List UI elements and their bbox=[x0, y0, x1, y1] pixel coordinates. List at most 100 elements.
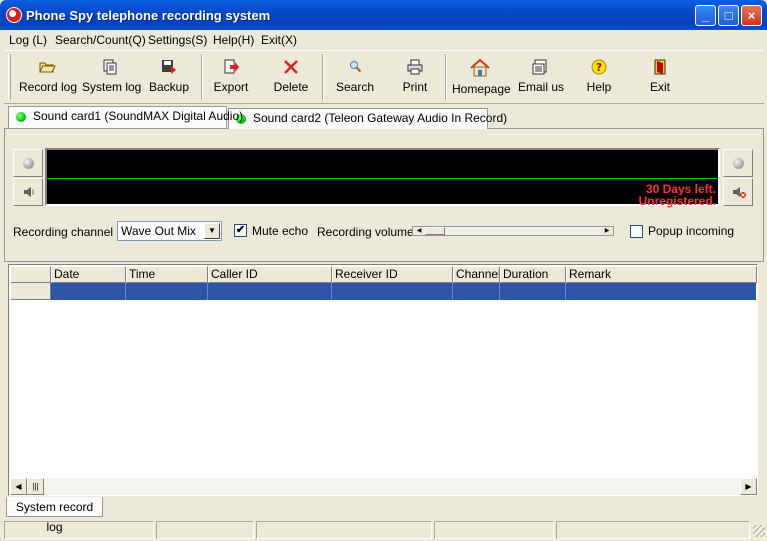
slider-right-arrow-icon[interactable]: ▶ bbox=[601, 227, 613, 235]
tab-sound-card2-label: Sound card2 (Teleon Gateway Audio In Rec… bbox=[253, 111, 508, 125]
printer-icon bbox=[406, 58, 424, 76]
menu-settings[interactable]: Settings(S) bbox=[148, 33, 207, 47]
help-question-icon: ? bbox=[590, 58, 608, 76]
column-header-remark[interactable]: Remark bbox=[566, 266, 757, 283]
right-speaker-mute-button[interactable] bbox=[723, 178, 753, 206]
help-button[interactable]: ? Help bbox=[584, 58, 614, 94]
record-log-label: Record log bbox=[19, 80, 78, 94]
status-led-icon bbox=[16, 112, 26, 122]
column-header-receiver-id[interactable]: Receiver ID bbox=[332, 266, 453, 283]
scroll-right-arrow-icon[interactable]: ▶ bbox=[740, 478, 757, 495]
status-pane bbox=[256, 521, 432, 539]
menu-search-count[interactable]: Search/Count(Q) bbox=[55, 33, 146, 47]
speaker-icon bbox=[24, 187, 34, 197]
record-dot-icon bbox=[733, 158, 744, 169]
export-label: Export bbox=[213, 80, 249, 94]
menu-log[interactable]: Log (L) bbox=[9, 33, 47, 47]
recording-channel-label: Recording channel bbox=[13, 225, 114, 239]
column-header-time[interactable]: Time bbox=[126, 266, 208, 283]
mute-echo-label: Mute echo bbox=[252, 224, 309, 238]
close-button[interactable]: × bbox=[741, 5, 762, 26]
column-header-caller-id[interactable]: Caller ID bbox=[208, 266, 332, 283]
status-pane bbox=[156, 521, 254, 539]
export-button[interactable]: Export bbox=[210, 58, 252, 94]
recording-volume-slider[interactable]: ◀ ▶ bbox=[412, 226, 614, 236]
search-icon bbox=[346, 58, 364, 76]
cell-divider bbox=[125, 283, 126, 300]
cell-divider bbox=[452, 283, 453, 300]
exit-label: Exit bbox=[649, 80, 670, 94]
maximize-button[interactable]: □ bbox=[718, 5, 739, 26]
column-header-channel[interactable]: Channel bbox=[453, 266, 500, 283]
status-pane bbox=[4, 521, 154, 539]
email-us-label: Email us bbox=[518, 80, 565, 94]
right-record-button[interactable] bbox=[723, 149, 753, 177]
resize-grip-icon[interactable] bbox=[753, 525, 765, 537]
export-icon bbox=[222, 58, 240, 76]
toolbar-separator bbox=[201, 54, 203, 100]
waveform-line bbox=[47, 178, 718, 179]
recording-volume-label: Recording volume bbox=[317, 225, 414, 239]
search-label: Search bbox=[335, 80, 375, 94]
homepage-label: Homepage bbox=[452, 82, 511, 96]
status-pane bbox=[556, 521, 750, 539]
cell-divider bbox=[207, 283, 208, 300]
folder-open-icon bbox=[38, 58, 56, 76]
recording-channel-select[interactable]: Wave Out Mix ▼ bbox=[117, 221, 222, 241]
delete-button[interactable]: Delete bbox=[270, 58, 312, 94]
delete-label: Delete bbox=[273, 80, 309, 94]
trial-status-text: 30 Days left. Unregistered. bbox=[560, 183, 716, 207]
trial-unregistered: Unregistered. bbox=[638, 194, 716, 208]
backup-disk-icon bbox=[160, 58, 178, 76]
tab-sound-card2[interactable]: Sound card2 (Teleon Gateway Audio In Rec… bbox=[228, 108, 507, 129]
homepage-button[interactable]: Homepage bbox=[452, 58, 511, 96]
slider-left-arrow-icon[interactable]: ◀ bbox=[413, 227, 425, 235]
exit-door-icon bbox=[651, 58, 669, 76]
help-label: Help bbox=[586, 80, 612, 94]
column-header-date[interactable]: Date bbox=[51, 266, 126, 283]
tab-sound-card1[interactable]: Sound card1 (SoundMAX Digital Audio) bbox=[8, 106, 243, 128]
email-us-button[interactable]: Email us bbox=[518, 58, 565, 94]
recording-channel-value: Wave Out Mix bbox=[121, 224, 196, 238]
slider-thumb[interactable] bbox=[425, 227, 445, 235]
popup-incoming-label: Popup incoming bbox=[648, 224, 735, 238]
exit-button[interactable]: Exit bbox=[645, 58, 675, 94]
app-logo-icon[interactable] bbox=[6, 7, 22, 23]
status-pane bbox=[434, 521, 554, 539]
left-speaker-button[interactable] bbox=[13, 178, 43, 206]
print-label: Print bbox=[402, 80, 428, 94]
email-icon bbox=[531, 58, 549, 76]
popup-incoming-checkbox[interactable] bbox=[630, 225, 643, 238]
tab-sound-card1-label: Sound card1 (SoundMAX Digital Audio) bbox=[33, 109, 244, 123]
horizontal-scrollbar[interactable]: ◀ ||| ▶ bbox=[10, 478, 757, 495]
minimize-button[interactable]: _ bbox=[695, 5, 716, 26]
scroll-left-arrow-icon[interactable]: ◀ bbox=[10, 478, 27, 495]
cell-divider bbox=[565, 283, 566, 300]
toolbar-separator bbox=[445, 54, 447, 100]
scroll-thumb[interactable]: ||| bbox=[27, 478, 44, 495]
menu-exit[interactable]: Exit(X) bbox=[261, 33, 297, 47]
delete-x-icon bbox=[282, 58, 300, 76]
home-icon bbox=[469, 58, 491, 78]
cell-divider bbox=[499, 283, 500, 300]
menu-help[interactable]: Help(H) bbox=[213, 33, 254, 47]
dropdown-arrow-icon[interactable]: ▼ bbox=[204, 223, 220, 239]
mute-echo-checkbox[interactable]: ✔ bbox=[234, 224, 247, 237]
system-log-label: System log bbox=[82, 80, 142, 94]
record-log-button[interactable]: Record log bbox=[19, 58, 78, 94]
print-button[interactable]: Print bbox=[398, 58, 432, 94]
pages-icon bbox=[101, 58, 119, 76]
window-title: Phone Spy telephone recording system bbox=[26, 8, 271, 23]
record-dot-icon bbox=[23, 158, 34, 169]
column-header-duration[interactable]: Duration bbox=[500, 266, 566, 283]
search-button[interactable]: Search bbox=[334, 58, 376, 94]
system-log-button[interactable]: System log bbox=[82, 58, 142, 94]
svg-text:?: ? bbox=[596, 61, 602, 74]
table-row[interactable] bbox=[51, 283, 756, 300]
tab-system-record-log[interactable]: System record log bbox=[6, 497, 103, 534]
cell-divider bbox=[331, 283, 332, 300]
backup-button[interactable]: Backup bbox=[146, 58, 192, 94]
row-indicator[interactable] bbox=[10, 283, 51, 300]
toolbar-grip[interactable] bbox=[8, 54, 11, 100]
left-record-button[interactable] bbox=[13, 149, 43, 177]
